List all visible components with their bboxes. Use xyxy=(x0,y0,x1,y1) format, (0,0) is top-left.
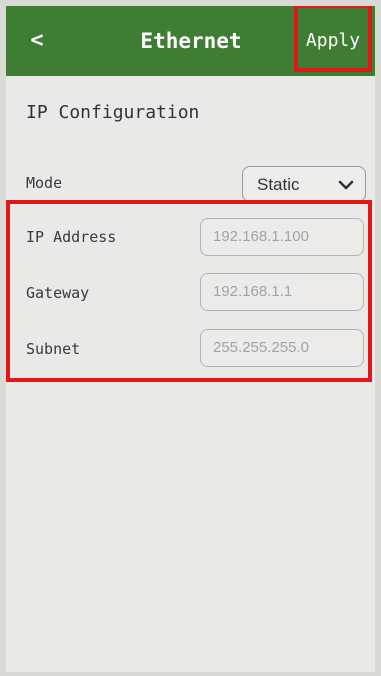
mode-label: Mode xyxy=(26,174,63,192)
mode-selected-value: Static xyxy=(257,175,300,194)
gateway-field[interactable]: 192.168.1.1 xyxy=(200,273,364,311)
ip-address-field[interactable]: 192.168.1.100 xyxy=(200,218,364,256)
back-button[interactable]: < xyxy=(20,24,54,58)
page-title: Ethernet xyxy=(140,29,242,53)
subnet-field[interactable]: 255.255.255.0 xyxy=(200,329,364,367)
mode-dropdown[interactable]: Static xyxy=(242,166,366,202)
chevron-down-icon xyxy=(338,180,354,190)
top-bar: < Ethernet Apply xyxy=(6,6,375,76)
section-title: IP Configuration xyxy=(26,102,200,123)
apply-button[interactable]: Apply xyxy=(302,24,364,58)
gateway-label: Gateway xyxy=(26,284,90,302)
subnet-label: Subnet xyxy=(26,340,81,358)
ethernet-screen: < Ethernet Apply IP Configuration Mode S… xyxy=(6,6,375,672)
ip-address-label: IP Address xyxy=(26,228,117,246)
